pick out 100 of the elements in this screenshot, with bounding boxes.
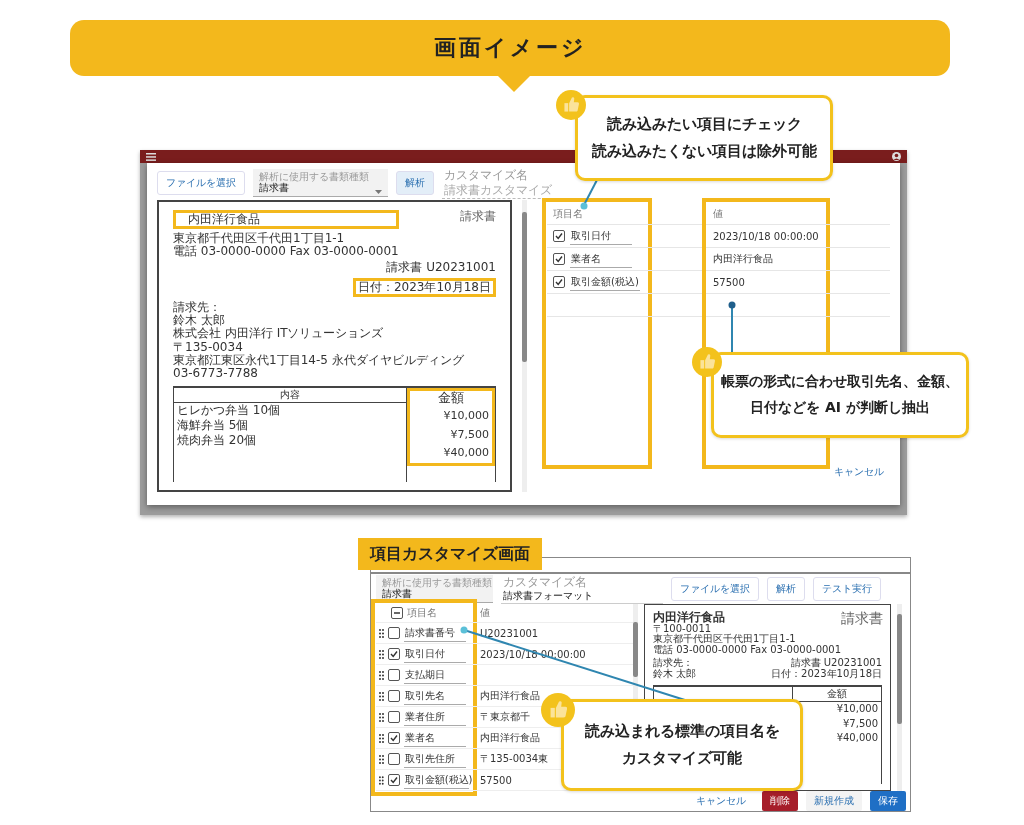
checkbox[interactable] xyxy=(387,774,400,786)
table-cell-text: ¥7,500 xyxy=(842,716,879,731)
checkbox[interactable] xyxy=(388,669,400,681)
billing-text: 東京都江東区永代1丁目14-5 永代ダイヤビルディング xyxy=(173,353,465,367)
name-field[interactable]: 支払期日 xyxy=(404,666,466,684)
field-placeholder: 請求書カスタマイズ xyxy=(444,182,553,197)
scrollbar[interactable] xyxy=(633,604,638,699)
column-header: 内容 xyxy=(174,388,406,404)
scrollbar[interactable] xyxy=(897,604,902,791)
checkmark-icon xyxy=(555,278,563,286)
table-cell-text: ¥40,000 xyxy=(835,731,879,746)
name-field[interactable]: 取引先名 xyxy=(404,687,466,705)
column-header: 金額 xyxy=(793,687,881,703)
billing-text: 鈴木 太郎 xyxy=(653,668,697,680)
caret-icon xyxy=(375,190,382,194)
document-type-select[interactable]: 解析に使用する書類種類 請求書 xyxy=(253,169,388,197)
cancel-button[interactable]: キャンセル xyxy=(688,791,754,811)
name-field[interactable]: 取引金額(税込) xyxy=(570,273,640,291)
table-cell: 2023/10/18 00:00:00 xyxy=(713,230,819,242)
callout-text: 日付などを AI が判断し抽出 xyxy=(750,399,930,417)
invoice-meta-text: 請求書 U20231001 xyxy=(790,658,882,669)
table-cell: 内田洋行食品 xyxy=(713,252,773,266)
banner-pointer xyxy=(497,75,531,92)
name-field[interactable]: 請求書番号 xyxy=(404,624,466,642)
table-cell-text: ヒレかつ弁当 10個 xyxy=(176,403,282,419)
table-cell: 〒135-0034東 xyxy=(480,752,549,766)
scrollbar[interactable] xyxy=(522,200,527,492)
create-button[interactable]: 新規作成 xyxy=(806,791,862,811)
section-label: 項目カスタマイズ画面 xyxy=(358,538,542,570)
name-field[interactable]: 業者名 xyxy=(404,729,466,747)
checkbox[interactable] xyxy=(553,230,565,242)
drag-handle-icon[interactable] xyxy=(379,670,384,680)
file-select-button[interactable]: ファイルを選択 xyxy=(157,171,245,195)
callout-text: カスタマイズ可能 xyxy=(622,749,742,768)
name-field[interactable]: 取引日付 xyxy=(570,227,632,245)
select-label: 解析に使用する書類種類 xyxy=(259,171,369,182)
drag-handle-icon[interactable] xyxy=(379,691,384,701)
save-button[interactable]: 保存 xyxy=(870,791,906,811)
select-value: 請求書 xyxy=(382,588,412,600)
callout-text: 読み込みたい項目にチェック xyxy=(606,115,802,134)
checkbox[interactable] xyxy=(388,711,400,723)
toolbar-button[interactable]: テスト実行 xyxy=(813,577,881,601)
table-cell: 57500 xyxy=(480,774,512,786)
checkbox[interactable] xyxy=(388,690,400,702)
invoice-date: 日付：2023年10月18日 xyxy=(352,277,496,297)
company-name: 内田洋行食品 xyxy=(173,210,399,230)
table-cell: 〒東京都千 xyxy=(480,710,530,724)
address-text: 電話 03-0000-0000 Fax 03-0000-0001 xyxy=(653,644,842,656)
name-field[interactable]: 業者住所 xyxy=(404,708,466,726)
address-text: 電話 03-0000-0000 Fax 03-0000-0001 xyxy=(173,245,399,259)
column-header: 項目名 xyxy=(553,206,583,221)
checkbox[interactable] xyxy=(553,253,565,265)
checkbox[interactable] xyxy=(391,607,403,619)
address-text: 東京都千代田区千代田1丁目1-1 xyxy=(173,232,346,246)
drag-handle-icon[interactable] xyxy=(379,712,384,722)
delete-button[interactable]: 削除 xyxy=(762,791,798,811)
checkmark-icon xyxy=(390,734,398,742)
checkbox[interactable] xyxy=(388,753,400,765)
checkbox[interactable] xyxy=(388,627,400,639)
field-value: 請求書フォーマット xyxy=(503,589,594,603)
checkbox[interactable] xyxy=(388,732,400,744)
table-cell: U20231001 xyxy=(480,627,539,639)
toolbar-button[interactable]: 解析 xyxy=(767,577,805,601)
checkmark-icon xyxy=(555,255,563,263)
checkmark-icon xyxy=(390,650,398,658)
toolbar-button[interactable]: ファイルを選択 xyxy=(671,577,759,601)
table-cell-text: ¥10,000 xyxy=(442,408,490,425)
drag-handle-icon[interactable] xyxy=(379,775,384,785)
minus-icon xyxy=(393,609,401,617)
drag-handle-icon[interactable] xyxy=(379,733,384,743)
name-field[interactable]: 取引先住所 xyxy=(404,750,466,768)
drag-handle-icon[interactable] xyxy=(379,649,384,659)
menu-icon[interactable] xyxy=(146,152,156,161)
drag-handle-icon[interactable] xyxy=(379,628,384,638)
analyze-button[interactable]: 解析 xyxy=(396,171,434,195)
table-cell: 内田洋行食品 xyxy=(480,731,540,745)
table-cell-text: ¥7,500 xyxy=(449,426,490,443)
callout-text: 読み込みたくない項目は除外可能 xyxy=(591,142,817,161)
document-title: 請求書 xyxy=(841,611,884,626)
checkbox[interactable] xyxy=(388,648,400,660)
checkbox[interactable] xyxy=(553,276,565,288)
drag-handle-icon[interactable] xyxy=(379,754,384,764)
user-icon[interactable] xyxy=(892,152,901,161)
column-header: 金額 xyxy=(437,391,465,408)
table-cell-text: ¥40,000 xyxy=(442,445,490,462)
invoice-meta-text: 請求書 U20231001 xyxy=(386,260,496,274)
field-label: カスタマイズ名 xyxy=(503,574,588,590)
name-field[interactable]: 業者名 xyxy=(570,250,632,268)
billing-text: 03-6773-7788 xyxy=(173,366,258,381)
billing-text: 株式会社 内田洋行 ITソリューションズ xyxy=(173,327,385,341)
billing-text: 〒135-0034 xyxy=(173,340,244,354)
checkmark-icon xyxy=(555,232,563,240)
cancel-button[interactable]: キャンセル xyxy=(828,464,890,480)
name-field[interactable]: 取引日付 xyxy=(404,645,466,663)
table-cell-text: 海鮮弁当 5個 xyxy=(176,418,250,434)
field-label: カスタマイズ名 xyxy=(444,168,529,183)
invoice-meta-text: 日付：2023年10月18日 xyxy=(771,668,882,680)
address-text: 〒100-0011 xyxy=(653,623,712,634)
address-text: 東京都千代田区千代田1丁目1-1 xyxy=(653,634,797,645)
company-name: 内田洋行食品 xyxy=(653,611,726,624)
